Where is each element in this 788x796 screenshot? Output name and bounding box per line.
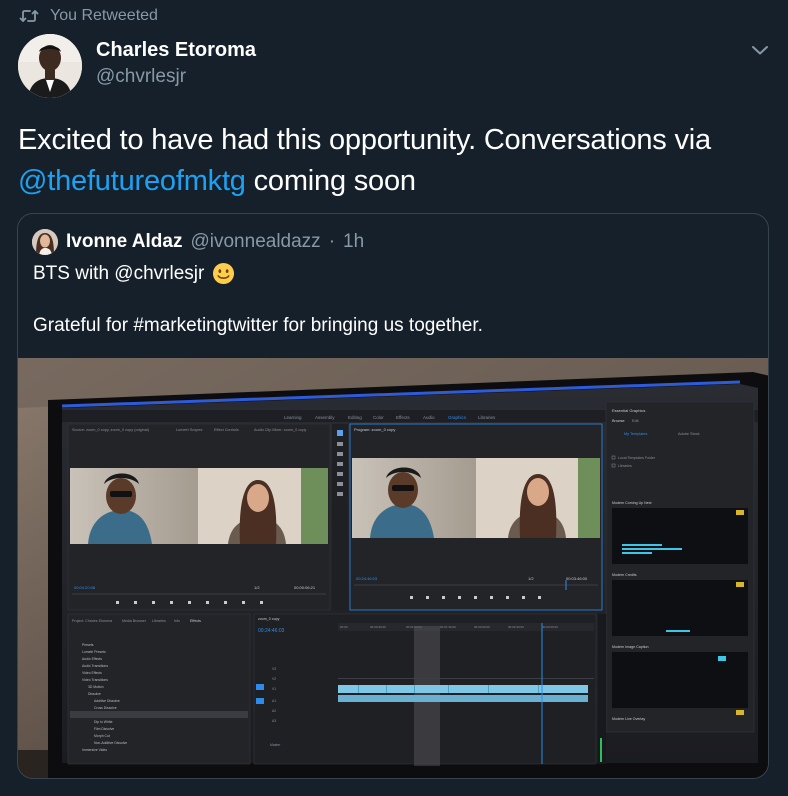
svg-text:Audio Clip Mixer: zoom_0 copy: Audio Clip Mixer: zoom_0 copy: [254, 428, 306, 432]
svg-text:Editing: Editing: [348, 415, 362, 420]
quoted-text: BTS with @chvrlesjr: [33, 262, 205, 284]
svg-text:00:02:30:00: 00:02:30:00: [508, 625, 524, 629]
tweet-text-part: Excited to have had this opportunity. Co…: [18, 124, 711, 156]
svg-text:Additive Dissolve: Additive Dissolve: [94, 699, 120, 703]
svg-text:Video Effects: Video Effects: [82, 671, 102, 675]
svg-text:Libraries: Libraries: [478, 415, 496, 420]
svg-text:A2: A2: [272, 709, 276, 713]
author-handle[interactable]: @chvrlesjr: [96, 66, 186, 88]
svg-text:Modern Image Caption: Modern Image Caption: [612, 645, 649, 649]
svg-text:1/2: 1/2: [528, 576, 534, 581]
svg-text:Audio Effects: Audio Effects: [82, 657, 102, 661]
svg-text:Audio: Audio: [423, 415, 435, 420]
quoted-media-photo[interactable]: Learning Assembly Editing Color Effects Audi…: [18, 358, 768, 778]
svg-text:00:00: 00:00: [340, 625, 348, 629]
svg-text:Browse: Browse: [612, 419, 625, 423]
svg-text:Info: Info: [174, 619, 180, 623]
svg-text:Effects: Effects: [190, 619, 201, 623]
svg-text:My Templates: My Templates: [624, 432, 647, 436]
svg-text:A3: A3: [272, 719, 276, 723]
quoted-text-line1: BTS with @chvrlesjr: [33, 262, 235, 285]
svg-text:Edit: Edit: [632, 419, 639, 423]
svg-text:Dip to White: Dip to White: [94, 720, 113, 724]
svg-text:V1: V1: [272, 687, 276, 691]
svg-text:Essential Graphics: Essential Graphics: [612, 408, 645, 413]
separator-dot: ·: [328, 231, 336, 252]
svg-text:Graphics: Graphics: [448, 415, 467, 420]
tweet-text: Excited to have had this opportunity. Co…: [18, 120, 768, 202]
svg-text:Dissolve: Dissolve: [88, 692, 101, 696]
svg-text:Lumetri Scopes: Lumetri Scopes: [176, 428, 202, 432]
retweet-label: You Retweeted: [50, 7, 158, 24]
retweet-icon: [18, 5, 40, 27]
svg-text:00:24:46:03: 00:24:46:03: [356, 576, 378, 581]
chevron-down-icon[interactable]: [748, 38, 772, 62]
svg-text:Non-Additive Dissolve: Non-Additive Dissolve: [94, 741, 127, 745]
quoted-text-line2: Grateful for #marketingtwitter for bring…: [33, 315, 483, 336]
svg-text:00:24:46:03: 00:24:46:03: [258, 628, 285, 634]
svg-text:Effect Controls: Effect Controls: [214, 428, 239, 432]
slightly-smiling-face-icon: [212, 262, 235, 285]
svg-text:00:03:46:00: 00:03:46:00: [566, 576, 588, 581]
author-name[interactable]: Charles Etoroma: [96, 39, 256, 62]
quoted-tweet-header: Ivonne Aldaz @ivonnealdazz · 1h: [32, 228, 364, 256]
mention-link[interactable]: @thefutureofmktg: [18, 165, 246, 197]
svg-text:zoom_0 copy: zoom_0 copy: [258, 617, 280, 621]
svg-text:00:02:00:00: 00:02:00:00: [474, 625, 490, 629]
svg-text:Color: Color: [373, 415, 384, 420]
svg-text:Effects: Effects: [396, 415, 410, 420]
quoted-tweet-card[interactable]: Ivonne Aldaz @ivonnealdazz · 1h BTS with…: [17, 213, 769, 779]
svg-text:00:04:20:08: 00:04:20:08: [74, 585, 96, 590]
svg-text:00:00:30:00: 00:00:30:00: [370, 625, 386, 629]
svg-text:3D Motion: 3D Motion: [88, 685, 104, 689]
svg-text:Assembly: Assembly: [315, 415, 335, 420]
quoted-author-name: Ivonne Aldaz: [66, 231, 183, 252]
svg-text:Adobe Stock: Adobe Stock: [678, 432, 700, 436]
svg-text:Film Dissolve: Film Dissolve: [94, 727, 114, 731]
svg-text:Audio Transitions: Audio Transitions: [82, 664, 108, 668]
quoted-author-avatar: [32, 229, 58, 255]
svg-text:Media Browser: Media Browser: [122, 619, 147, 623]
svg-text:A1: A1: [272, 699, 276, 703]
retweet-context: You Retweeted: [18, 4, 158, 28]
svg-text:Source: zoom_0 copy, zoom_0 co: Source: zoom_0 copy, zoom_0 copy (origin…: [72, 428, 150, 432]
svg-text:Modern Live Overlay: Modern Live Overlay: [612, 717, 645, 721]
svg-text:1/2: 1/2: [254, 585, 260, 590]
svg-text:Local Templates Folder: Local Templates Folder: [618, 456, 656, 460]
author-avatar[interactable]: [18, 34, 82, 98]
svg-text:Modern Coming Up Next: Modern Coming Up Next: [612, 501, 652, 505]
quoted-timestamp: 1h: [343, 231, 365, 252]
svg-text:Morph Cut: Morph Cut: [94, 734, 110, 738]
svg-text:Immersive Video: Immersive Video: [82, 748, 107, 752]
svg-text:Master: Master: [270, 743, 281, 747]
svg-text:Lumetri Presets: Lumetri Presets: [82, 650, 106, 654]
svg-text:V2: V2: [272, 677, 276, 681]
svg-text:V3: V3: [272, 667, 276, 671]
svg-text:Cross Dissolve: Cross Dissolve: [94, 706, 117, 710]
svg-text:Libraries: Libraries: [618, 464, 632, 468]
quoted-author-handle: @ivonnealdazz: [190, 231, 321, 252]
tweet-text-part: coming soon: [245, 165, 416, 197]
svg-text:Libraries: Libraries: [152, 619, 166, 623]
svg-text:Modern Credits: Modern Credits: [612, 573, 637, 577]
svg-text:Learning: Learning: [284, 415, 302, 420]
svg-text:00:00:06:21: 00:00:06:21: [294, 585, 316, 590]
svg-text:00:03:00:00: 00:03:00:00: [542, 625, 558, 629]
svg-text:Presets: Presets: [82, 643, 94, 647]
svg-text:Video Transitions: Video Transitions: [82, 678, 108, 682]
svg-text:Project: Charles Etoroma: Project: Charles Etoroma: [72, 619, 112, 623]
svg-text:00:01:30:00: 00:01:30:00: [440, 625, 456, 629]
svg-text:Program: zoom_0 copy: Program: zoom_0 copy: [354, 427, 395, 432]
